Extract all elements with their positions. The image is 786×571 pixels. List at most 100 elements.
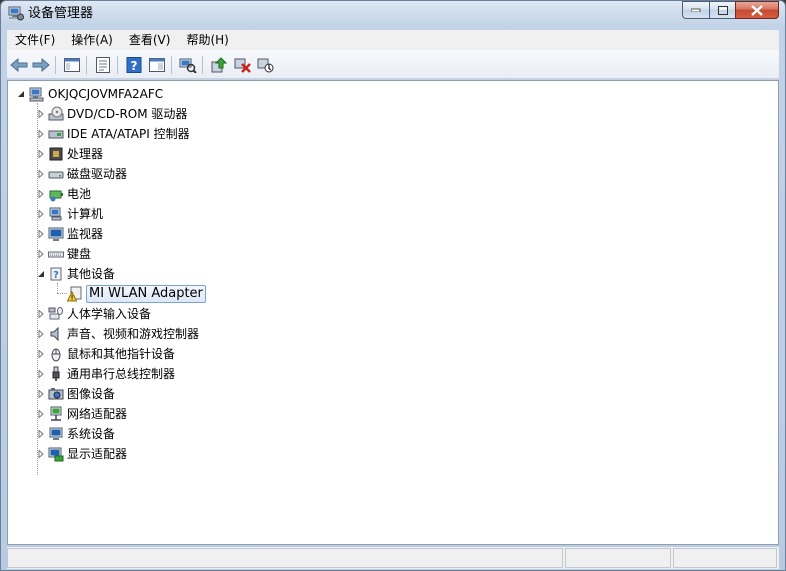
tree-item-computer[interactable]: 计算机: [37, 204, 103, 224]
tree-root[interactable]: OKJQCJOVMFA2AFC: [17, 84, 163, 104]
tree-item-label: 鼠标和其他指针设备: [67, 347, 176, 361]
forward-button[interactable]: [31, 55, 51, 75]
tree-item-label: 电池: [67, 187, 92, 201]
collapse-arrow-icon[interactable]: [17, 90, 25, 98]
tree-connector: [57, 283, 59, 293]
tree-item-keyboard[interactable]: 键盘: [37, 244, 91, 264]
close-button[interactable]: [735, 1, 779, 19]
caption-buttons: [682, 1, 779, 20]
tree-item-processor[interactable]: 处理器: [37, 144, 103, 164]
unknown-device-icon: ?: [50, 267, 62, 281]
tree-item-monitor[interactable]: 监视器: [37, 224, 103, 244]
tree-item-label: 键盘: [67, 247, 92, 261]
help-button[interactable]: ?: [124, 55, 144, 75]
device-tree[interactable]: OKJQCJOVMFA2AFC DVD/CD-ROM 驱动器 IDE ATA/A…: [7, 80, 779, 545]
tree-item-label: 显示适配器: [67, 447, 128, 461]
expand-arrow-icon[interactable]: [37, 130, 45, 138]
tree-item-label: IDE ATA/ATAPI 控制器: [67, 127, 190, 141]
status-pane-main: [7, 548, 563, 568]
expand-arrow-icon[interactable]: [37, 370, 45, 378]
expand-arrow-icon[interactable]: [37, 430, 45, 438]
speaker-icon: [50, 326, 59, 342]
tree-item-mouse[interactable]: 鼠标和其他指针设备: [37, 344, 175, 364]
menu-action[interactable]: 操作(A): [63, 30, 121, 50]
tree-item-label: 系统设备: [67, 427, 116, 441]
tree-item-label: 图像设备: [67, 387, 116, 401]
update-driver-button[interactable]: [209, 55, 229, 75]
expand-arrow-icon[interactable]: [37, 170, 45, 178]
tree-item-battery[interactable]: 电池: [37, 184, 91, 204]
scan-hardware-changes-icon: [179, 58, 197, 73]
tree-root-label: OKJQCJOVMFA2AFC: [48, 87, 164, 101]
tree-connector: [57, 293, 67, 295]
expand-arrow-icon[interactable]: [37, 310, 45, 318]
disable-button[interactable]: [256, 55, 276, 75]
console-tree-button[interactable]: [62, 55, 82, 75]
expand-arrow-icon[interactable]: [37, 410, 45, 418]
camera-icon: [48, 388, 64, 400]
expand-arrow-icon[interactable]: [37, 210, 45, 218]
help-icon: ?: [126, 57, 142, 73]
expand-arrow-icon[interactable]: [37, 150, 45, 158]
back-arrow-icon: [10, 58, 28, 72]
scan-button[interactable]: [178, 55, 198, 75]
expand-arrow-icon[interactable]: [37, 450, 45, 458]
properties-button[interactable]: [93, 55, 113, 75]
uninstall-button[interactable]: [233, 55, 253, 75]
computer-icon: [29, 87, 44, 102]
tree-item-network[interactable]: 网络适配器: [37, 404, 127, 424]
processor-icon: [49, 147, 63, 161]
expand-arrow-icon[interactable]: [37, 350, 45, 358]
expand-arrow-icon[interactable]: [37, 190, 45, 198]
tree-item-label: 通用串行总线控制器: [67, 367, 176, 381]
expand-arrow-icon[interactable]: [37, 230, 45, 238]
expand-arrow-icon[interactable]: [37, 250, 45, 258]
expand-arrow-icon[interactable]: [37, 390, 45, 398]
show-hide-console-tree-icon: [64, 58, 80, 72]
tree-item-sound[interactable]: 声音、视频和游戏控制器: [37, 324, 199, 344]
maximize-icon: [717, 5, 728, 15]
battery-icon: [49, 190, 63, 202]
mouse-icon: [51, 348, 61, 362]
status-pane-2: [565, 548, 671, 568]
show-action-pane-icon: [149, 58, 165, 72]
expand-arrow-icon[interactable]: [37, 330, 45, 338]
tree-item-label: DVD/CD-ROM 驱动器: [67, 107, 188, 121]
svg-text:?: ?: [131, 59, 138, 73]
minimize-button[interactable]: [682, 1, 709, 19]
menu-view[interactable]: 查看(V): [121, 30, 179, 50]
toolbar: ?: [7, 50, 779, 79]
back-button[interactable]: [9, 55, 29, 75]
tree-item-display[interactable]: 显示适配器: [37, 444, 127, 464]
tree-item-usb[interactable]: 通用串行总线控制器: [37, 364, 175, 384]
hid-icon: [48, 307, 63, 320]
maximize-button[interactable]: [709, 1, 735, 19]
tree-item-ide[interactable]: IDE ATA/ATAPI 控制器: [37, 124, 190, 144]
tree-item-label: 人体学输入设备: [67, 307, 152, 321]
computer-icon: [49, 207, 62, 221]
forward-arrow-icon: [32, 58, 50, 72]
tree-item-mi-wlan-adapter[interactable]: MI WLAN Adapter: [67, 284, 206, 304]
usb-icon: [52, 366, 60, 381]
menu-file[interactable]: 文件(F): [7, 30, 63, 50]
tree-item-other-devices[interactable]: ? 其他设备: [37, 264, 115, 284]
tree-item-system[interactable]: 系统设备: [37, 424, 115, 444]
menu-help[interactable]: 帮助(H): [178, 30, 236, 50]
collapse-arrow-icon[interactable]: [37, 270, 45, 278]
action-pane-button[interactable]: [147, 55, 167, 75]
title-bar[interactable]: 设备管理器: [1, 1, 785, 27]
toolbar-separator: [117, 56, 118, 74]
expand-arrow-icon[interactable]: [37, 110, 45, 118]
device-manager-icon: [8, 6, 24, 21]
tree-item-disk[interactable]: 磁盘驱动器: [37, 164, 127, 184]
tree-item-dvd[interactable]: DVD/CD-ROM 驱动器: [37, 104, 187, 124]
network-adapter-icon: [50, 406, 62, 421]
tree-item-hid[interactable]: 人体学输入设备: [37, 304, 151, 324]
tree-item-label: 处理器: [67, 147, 104, 161]
menu-bar: 文件(F) 操作(A) 查看(V) 帮助(H): [7, 30, 779, 50]
warning-device-icon: [67, 286, 82, 302]
svg-text:?: ?: [53, 270, 59, 281]
dvd-drive-icon: [48, 106, 64, 121]
tree-item-imaging[interactable]: 图像设备: [37, 384, 115, 404]
tree-item-label: 计算机: [67, 207, 104, 221]
